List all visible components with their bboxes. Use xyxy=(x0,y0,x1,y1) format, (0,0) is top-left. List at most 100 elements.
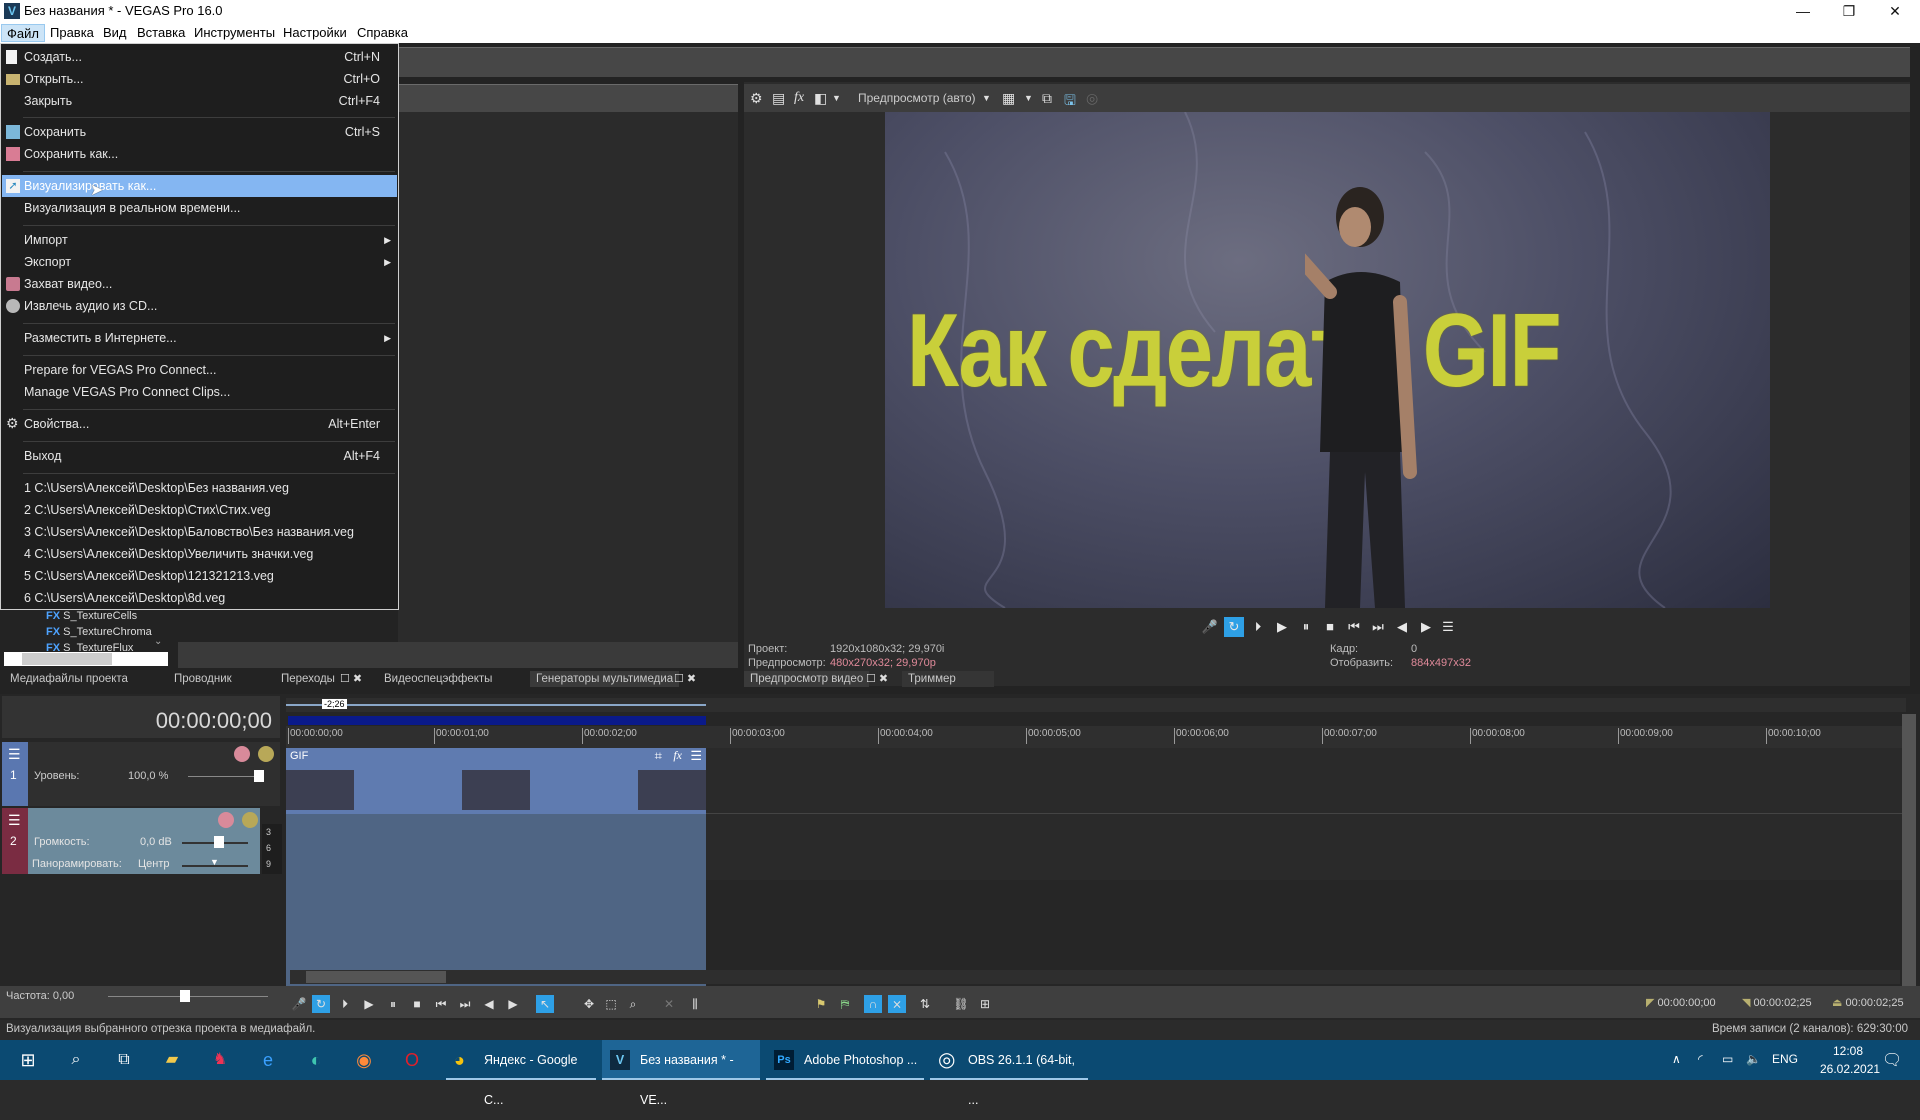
track-menu-icon[interactable]: ☰ xyxy=(8,812,21,829)
auto-crossfade-icon[interactable]: ⨯ xyxy=(888,995,906,1013)
taskbar-app-chrome[interactable]: ◕ Яндекс - Google C... xyxy=(446,1040,596,1107)
record-icon[interactable]: 🎤 xyxy=(1200,617,1220,637)
fx-icon[interactable]: fx xyxy=(794,90,804,106)
menu-item-properties[interactable]: ⚙ Свойства... Alt+Enter xyxy=(2,413,397,435)
menu-item-extract-cd[interactable]: Извлечь аудио из CD... xyxy=(2,295,397,317)
menu-item-export[interactable]: Экспорт ▶ xyxy=(2,251,397,273)
menu-edit[interactable]: Правка xyxy=(45,24,99,42)
chevron-down-icon[interactable]: ▼ xyxy=(982,93,991,103)
preview-quality-select[interactable]: Предпросмотр (авто) xyxy=(858,91,976,105)
menu-item-close[interactable]: Закрыть Ctrl+F4 xyxy=(2,90,397,112)
internet-explorer-icon[interactable]: e xyxy=(248,1040,288,1080)
lock-envelopes-icon[interactable]: ⛓ xyxy=(952,995,970,1013)
recent-file-3[interactable]: 3 C:\Users\Алексей\Desktop\Баловство\Без… xyxy=(2,521,397,543)
split-icon[interactable]: ⫼ xyxy=(686,995,704,1013)
menu-item-save[interactable]: Сохранить Ctrl+S xyxy=(2,121,397,143)
stop-button[interactable]: ■ xyxy=(408,995,426,1013)
play-from-start-button[interactable]: ⏵ xyxy=(1248,617,1268,637)
clock-date[interactable]: 26.02.2021 xyxy=(1820,1062,1880,1076)
tree-hscrollbar[interactable] xyxy=(4,652,168,666)
region-icon[interactable]: ⛿ xyxy=(836,995,854,1013)
menu-options[interactable]: Настройки xyxy=(278,24,352,42)
recent-file-4[interactable]: 4 C:\Users\Алексей\Desktop\Увеличить зна… xyxy=(2,543,397,565)
menu-item-new[interactable]: Создать... Ctrl+N xyxy=(2,46,397,68)
zoom-tool[interactable]: ⌕ xyxy=(624,995,642,1013)
recent-file-5[interactable]: 5 C:\Users\Алексей\Desktop\121321213.veg xyxy=(2,565,397,587)
audio-track-header[interactable]: ☰ 2 Громкость: 0,0 dB Панорамировать: Це… xyxy=(2,808,260,874)
play-from-start-button[interactable]: ⏵ xyxy=(336,995,354,1013)
close-button[interactable]: ✕ xyxy=(1872,0,1918,22)
menu-file[interactable]: Файл xyxy=(1,24,45,42)
rate-slider-thumb[interactable] xyxy=(180,990,190,1002)
go-to-start-button[interactable]: ⏮ xyxy=(432,995,450,1013)
video-track-lane[interactable] xyxy=(706,748,1906,814)
video-event-gif[interactable]: GIF ⌗ fx ☰ xyxy=(286,748,706,814)
clock-time[interactable]: 12:08 xyxy=(1820,1044,1876,1058)
tree-item[interactable]: FX S_TextureChroma xyxy=(46,626,152,638)
grid-overlay-icon[interactable]: ▦ xyxy=(1002,90,1015,107)
next-frame-button[interactable]: ▶ xyxy=(1416,617,1436,637)
loop-playback-button[interactable]: ↻ xyxy=(312,995,330,1013)
gear-icon[interactable]: ⚙ xyxy=(750,90,763,107)
recent-file-2[interactable]: 2 C:\Users\Алексей\Desktop\Стих\Стих.veg xyxy=(2,499,397,521)
chevron-down-icon[interactable]: ▼ xyxy=(832,93,841,103)
tab-transitions-controls[interactable]: ☐ ✖ xyxy=(340,672,362,685)
language-indicator[interactable]: ENG xyxy=(1772,1052,1798,1066)
menu-item-render-as[interactable]: ➚ Визуализировать как... xyxy=(2,175,397,197)
tab-video-preview-controls[interactable]: ☐ ✖ xyxy=(866,672,888,685)
solo-icon[interactable] xyxy=(258,746,274,762)
solo-icon[interactable] xyxy=(242,812,258,828)
go-to-end-button[interactable]: ⏭ xyxy=(1368,617,1388,637)
event-fx-icon[interactable]: fx xyxy=(673,748,682,763)
tab-media-generators-controls[interactable]: ☐ ✖ xyxy=(674,672,696,685)
pinned-app-icon[interactable]: ♞ xyxy=(200,1040,240,1080)
taskbar-app-photoshop[interactable]: Ps Adobe Photoshop ... xyxy=(766,1040,924,1080)
envelope-tool[interactable]: ✥ xyxy=(580,995,598,1013)
track-menu-icon[interactable]: ☰ xyxy=(8,746,21,763)
tree-item[interactable]: FX S_TextureCells xyxy=(46,610,137,622)
marker-icon[interactable]: ⚑ xyxy=(812,995,830,1013)
menu-item-save-as[interactable]: Сохранить как... xyxy=(2,143,397,165)
tab-media-generators[interactable]: Генераторы мультимедиа xyxy=(530,671,680,687)
loop-region-bar[interactable] xyxy=(288,716,706,725)
battery-icon[interactable]: ▭ xyxy=(1722,1052,1733,1066)
menu-item-capture-video[interactable]: Захват видео... xyxy=(2,273,397,295)
task-view-icon[interactable]: ⧉ xyxy=(104,1040,144,1080)
start-button[interactable]: ⊞ xyxy=(8,1040,48,1080)
menu-item-import[interactable]: Импорт ▶ xyxy=(2,229,397,251)
recent-file-6[interactable]: 6 C:\Users\Алексей\Desktop\8d.veg xyxy=(2,587,397,609)
minimize-button[interactable]: — xyxy=(1780,0,1826,22)
recent-file-1[interactable]: 1 C:\Users\Алексей\Desktop\Без названия.… xyxy=(2,477,397,499)
taskbar-app-vegas[interactable]: V Без названия * - VE... xyxy=(602,1040,760,1107)
maximize-button[interactable]: ❐ xyxy=(1826,0,1872,22)
timeline-hscrollbar[interactable] xyxy=(290,970,1900,984)
opera-icon[interactable]: O xyxy=(392,1040,432,1080)
menu-icon[interactable]: ☰ xyxy=(1438,617,1458,637)
menu-help[interactable]: Справка xyxy=(352,24,413,42)
go-to-end-button[interactable]: ⏭ xyxy=(456,995,474,1013)
pause-button[interactable]: ⏸ xyxy=(384,995,402,1013)
external-monitor-icon[interactable]: ▤ xyxy=(772,90,785,107)
level-slider-thumb[interactable] xyxy=(254,770,264,782)
marker-bar[interactable]: -2;26 xyxy=(286,698,1906,712)
previous-frame-button[interactable]: ◀ xyxy=(480,995,498,1013)
selection-tool[interactable]: ⬚ xyxy=(602,995,620,1013)
volume-slider-thumb[interactable] xyxy=(214,836,224,848)
menu-item-manage-connect[interactable]: Manage VEGAS Pro Connect Clips... xyxy=(2,381,397,403)
edge-icon[interactable]: ◐ xyxy=(296,1040,336,1080)
loop-playback-button[interactable]: ↻ xyxy=(1224,617,1244,637)
menu-item-realtime-render[interactable]: Визуализация в реальном времени... xyxy=(2,197,397,219)
snapping-icon[interactable]: ∩ xyxy=(864,995,882,1013)
taskbar-app-obs[interactable]: ◎ OBS 26.1.1 (64-bit, ... xyxy=(930,1040,1088,1107)
play-button[interactable]: ▶ xyxy=(360,995,378,1013)
scrollbar-thumb[interactable] xyxy=(22,653,112,665)
ignore-grouping-icon[interactable]: ⊞ xyxy=(976,995,994,1013)
scrollbar-thumb[interactable] xyxy=(306,971,446,983)
play-button[interactable]: ▶ xyxy=(1272,617,1292,637)
file-explorer-icon[interactable]: ▰ xyxy=(152,1040,192,1080)
scroll-down-icon[interactable]: ⌄ xyxy=(154,636,162,647)
tab-project-media[interactable]: Медиафайлы проекта xyxy=(4,671,134,687)
show-hidden-icons[interactable]: ∧ xyxy=(1672,1052,1681,1066)
event-menu-icon[interactable]: ☰ xyxy=(690,748,702,764)
timeline-vscrollbar[interactable] xyxy=(1902,714,1916,994)
